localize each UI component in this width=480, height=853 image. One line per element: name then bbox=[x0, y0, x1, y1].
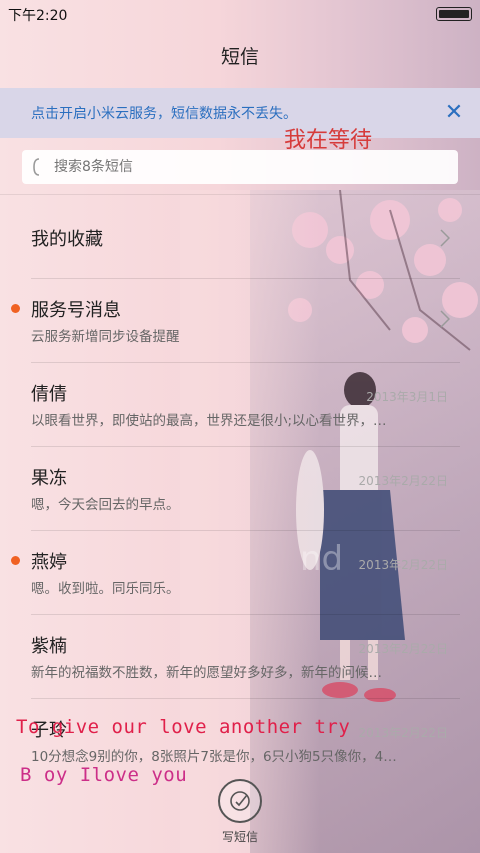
compose-icon[interactable] bbox=[218, 779, 262, 823]
search-icon bbox=[33, 158, 40, 176]
conversation-name: 燕婷 bbox=[31, 552, 67, 573]
wallpaper-text: 我在等待 bbox=[284, 128, 373, 153]
search-box[interactable] bbox=[22, 150, 458, 184]
wallpaper-text: B oy Ilove you bbox=[20, 764, 188, 786]
conversation-date: 2013年2月22日 bbox=[358, 474, 448, 488]
battery-icon bbox=[436, 7, 472, 21]
search-input[interactable] bbox=[54, 150, 450, 184]
conversation-name: 我的收藏 bbox=[31, 229, 103, 250]
cloud-service-banner[interactable]: 点击开启小米云服务，短信数据永不丢失。 ✕ bbox=[0, 88, 480, 138]
conversation-date: 2013年2月22日 bbox=[358, 642, 448, 656]
conversation-preview: 10分想念9别的你，8张照片7张是你，6只小狗5只像你，4… bbox=[31, 749, 397, 765]
chevron-right-icon bbox=[440, 229, 450, 247]
status-time: 下午2:20 bbox=[8, 8, 68, 24]
list-item-favorites[interactable]: 我的收藏 bbox=[0, 195, 480, 279]
unread-dot bbox=[11, 556, 20, 565]
unread-dot bbox=[11, 304, 20, 313]
close-icon[interactable]: ✕ bbox=[438, 96, 470, 130]
chevron-right-icon bbox=[440, 310, 450, 328]
conversation-preview: 云服务新增同步设备提醒 bbox=[31, 329, 180, 345]
conversation-name: 倩倩 bbox=[31, 384, 67, 405]
conversation-preview: 新年的祝福数不胜数，新年的愿望好多好多，新年的问候… bbox=[31, 665, 382, 681]
compose-label: 写短信 bbox=[221, 830, 258, 844]
conversation-preview: 嗯，今天会回去的早点。 bbox=[31, 497, 180, 513]
page-title: 短信 bbox=[220, 46, 259, 68]
compose-button[interactable]: 写短信 bbox=[214, 777, 266, 847]
list-item-conversation[interactable]: 倩倩 2013年3月1日 以眼看世界，即使站的最高，世界还是很小;以心看世界，… bbox=[0, 363, 480, 447]
wallpaper-text: To give our love another try bbox=[16, 716, 351, 738]
conversation-preview: 嗯。收到啦。同乐同乐。 bbox=[31, 581, 180, 597]
list-item-conversation[interactable]: 燕婷 2013年2月22日 嗯。收到啦。同乐同乐。 bbox=[0, 531, 480, 615]
title-bar: 短信 bbox=[0, 28, 480, 86]
conversation-date: 2013年2月22日 bbox=[358, 558, 448, 572]
conversation-preview: 以眼看世界，即使站的最高，世界还是很小;以心看世界，… bbox=[31, 413, 387, 429]
status-bar: 下午2:20 bbox=[0, 0, 480, 28]
conversation-date: 2013年3月1日 bbox=[366, 390, 448, 404]
messages-app: nd 下午2:20 短信 点击开启小米云服务，短信数据永不丢失。 ✕ 我的收藏 … bbox=[0, 0, 480, 853]
list-item-conversation[interactable]: 果冻 2013年2月22日 嗯，今天会回去的早点。 bbox=[0, 447, 480, 531]
list-item-conversation[interactable]: 紫楠 2013年2月22日 新年的祝福数不胜数，新年的愿望好多好多，新年的问候… bbox=[0, 615, 480, 699]
conversation-name: 果冻 bbox=[31, 468, 67, 489]
conversation-name: 紫楠 bbox=[31, 636, 67, 657]
conversation-date: 2013年2月22日 bbox=[358, 726, 448, 740]
list-item-service[interactable]: 服务号消息 云服务新增同步设备提醒 bbox=[0, 279, 480, 363]
conversation-name: 服务号消息 bbox=[31, 300, 121, 321]
banner-text[interactable]: 点击开启小米云服务，短信数据永不丢失。 bbox=[31, 103, 297, 123]
